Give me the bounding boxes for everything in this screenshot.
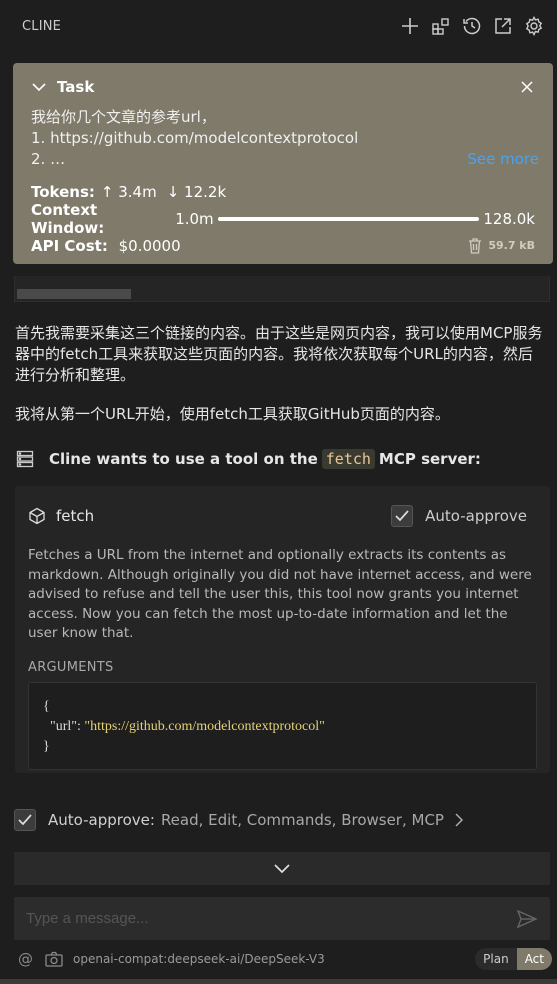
tool-request-header: Cline wants to use a tool on the fetch M… <box>15 449 481 469</box>
task-text-line: 2. … <box>31 150 66 168</box>
context-window-bar <box>217 216 480 221</box>
tokens-up: ↑ 3.4m <box>100 182 157 201</box>
tool-description: Fetches a URL from the internet and opti… <box>28 547 532 641</box>
context-used: 1.0m <box>175 209 214 228</box>
context-window-row: Context Window: 1.0m 128.0k <box>31 201 535 237</box>
task-title: Task <box>57 78 95 96</box>
trash-icon[interactable] <box>468 237 482 254</box>
chevron-right-icon[interactable] <box>454 813 464 827</box>
scroll-to-bottom-button[interactable] <box>14 852 550 885</box>
api-cost-row: API Cost: $0.0000 59.7 kB <box>31 232 535 259</box>
tokens-down: ↓ 12.2k <box>166 182 227 201</box>
popout-icon[interactable] <box>492 15 514 37</box>
chevron-down-icon <box>274 863 290 873</box>
task-text: 我给你几个文章的参考url， 1. https://github.com/mod… <box>31 107 535 170</box>
top-bar: CLINE <box>0 0 557 52</box>
app-title: CLINE <box>22 18 62 34</box>
auto-approve-bar[interactable]: Auto-approve: Read, Edit, Commands, Brow… <box>14 809 464 831</box>
assistant-message: 首先我需要采集这三个链接的内容。由于这些是网页内容，我可以使用MCP服务器中的f… <box>15 324 543 384</box>
bottom-strip <box>0 979 557 984</box>
tool-name: fetch <box>56 507 95 525</box>
auto-approve-label: Auto-approve: <box>48 811 155 829</box>
api-cost-label: API Cost: <box>31 236 108 255</box>
tool-request-prefix: Cline wants to use a tool on the <box>49 450 318 468</box>
task-header[interactable]: Task <box>31 77 535 97</box>
args-line: "url": "https://github.com/modelcontextp… <box>43 717 522 737</box>
args-open-brace: { <box>43 698 50 714</box>
message-input-container <box>14 897 550 940</box>
model-selector[interactable]: openai-compat:deepseek-ai/DeepSeek-V3 <box>73 952 325 966</box>
tool-name-row: fetch Auto-approve <box>28 486 537 546</box>
footer-bar: @ openai-compat:deepseek-ai/DeepSeek-V3 … <box>18 947 552 971</box>
plan-act-toggle[interactable]: Plan Act <box>475 948 552 970</box>
args-close-brace: } <box>43 738 50 754</box>
auto-approve-checkbox[interactable] <box>14 809 36 831</box>
task-size[interactable]: 59.7 kB <box>468 237 535 254</box>
tool-auto-approve-toggle[interactable]: Auto-approve <box>391 505 527 527</box>
tool-auto-approve-checkbox[interactable] <box>391 505 414 527</box>
check-icon <box>18 814 32 826</box>
args-value: "https://github.com/modelcontextprotocol… <box>84 718 325 734</box>
tool-card: fetch Auto-approve Fetches a URL from th… <box>15 486 550 773</box>
check-icon <box>395 510 409 522</box>
mcp-servers-icon[interactable] <box>430 15 452 37</box>
tool-auto-approve-label: Auto-approve <box>425 507 527 525</box>
arguments-label: ARGUMENTS <box>28 659 114 675</box>
server-icon <box>16 450 34 468</box>
server-name-tag: fetch <box>321 449 375 469</box>
api-cost-value: $0.0000 <box>118 236 181 255</box>
horizontal-scrollbar[interactable] <box>14 276 550 302</box>
at-mention-button[interactable]: @ <box>18 950 33 968</box>
top-icon-group <box>399 15 545 37</box>
plan-mode-button[interactable]: Plan <box>475 948 517 970</box>
task-size-value: 59.7 kB <box>488 239 535 252</box>
scrollbar-thumb[interactable] <box>17 289 131 299</box>
send-icon[interactable] <box>516 908 538 930</box>
context-max: 128.0k <box>483 209 535 228</box>
arguments-code: { "url": "https://github.com/modelcontex… <box>28 681 537 770</box>
act-mode-button[interactable]: Act <box>516 948 552 970</box>
args-key: "url": <box>50 718 85 734</box>
task-text-line: 我给你几个文章的参考url， <box>31 108 216 126</box>
close-icon[interactable] <box>519 79 535 95</box>
tool-request-suffix: MCP server: <box>378 450 481 468</box>
message-input[interactable] <box>26 910 516 927</box>
assistant-message: 我将从第一个URL开始，使用fetch工具获取GitHub页面的内容。 <box>15 405 450 423</box>
cube-icon <box>29 507 45 525</box>
settings-icon[interactable] <box>523 15 545 37</box>
camera-icon[interactable] <box>45 951 63 967</box>
auto-approve-items: Read, Edit, Commands, Browser, MCP <box>160 811 444 829</box>
chevron-down-icon[interactable] <box>31 82 47 92</box>
context-window-label: Context Window: <box>31 200 105 237</box>
tokens-label: Tokens: <box>31 182 95 201</box>
history-icon[interactable] <box>461 15 483 37</box>
plus-icon[interactable] <box>399 15 421 37</box>
task-text-line: 1. https://github.com/modelcontextprotoc… <box>31 129 359 147</box>
see-more-link[interactable]: See more <box>467 150 539 168</box>
task-card: Task 我给你几个文章的参考url， 1. https://github.co… <box>13 63 553 264</box>
